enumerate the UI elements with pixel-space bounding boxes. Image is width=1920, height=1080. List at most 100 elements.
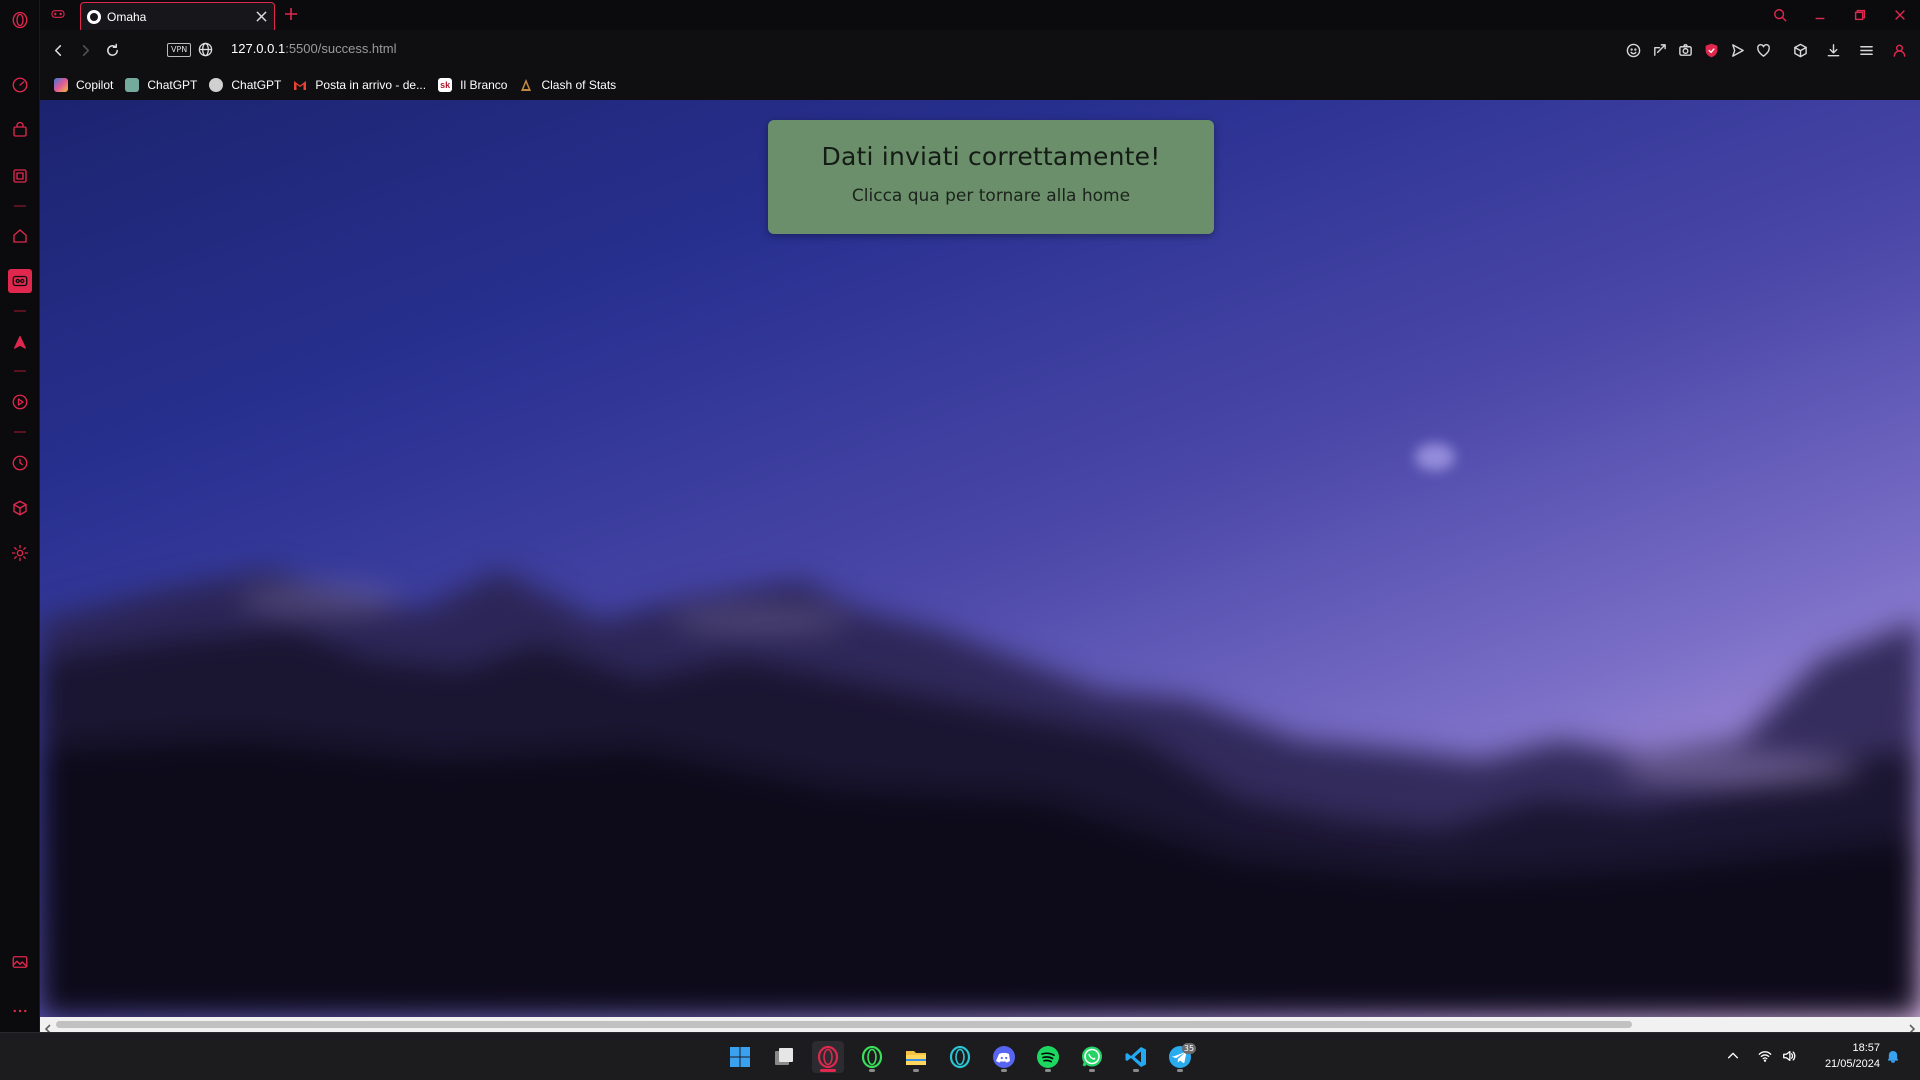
vscode-icon[interactable] xyxy=(1120,1041,1152,1073)
restore-icon[interactable] xyxy=(1849,4,1871,26)
scroll-right-arrow-icon[interactable] xyxy=(1907,1019,1917,1034)
running-indicator xyxy=(1133,1069,1139,1072)
tab-strip: Omaha xyxy=(40,0,1920,30)
back-home-link[interactable]: Clicca qua per tornare alla home xyxy=(852,186,1130,206)
taskbar-clock[interactable]: 18:57 21/05/2024 xyxy=(1808,1040,1880,1072)
new-tab-plus-icon[interactable] xyxy=(282,5,300,23)
download-icon[interactable] xyxy=(1824,41,1842,59)
pinned-app-icon[interactable] xyxy=(8,330,32,354)
scroll-left-arrow-icon[interactable] xyxy=(43,1019,53,1034)
opera-logo-icon[interactable] xyxy=(8,8,32,32)
telegram-icon[interactable]: 35 xyxy=(1164,1041,1196,1073)
gamepad-icon[interactable] xyxy=(50,6,68,24)
search-tabs-icon[interactable] xyxy=(1769,4,1791,26)
wallpaper-icon[interactable] xyxy=(8,950,32,974)
camera-snapshot-icon[interactable] xyxy=(1676,41,1694,59)
opera-sidebar xyxy=(0,0,40,1032)
opera-gx-taskbar-icon[interactable] xyxy=(812,1041,844,1073)
scrollbar-thumb[interactable] xyxy=(56,1021,1632,1028)
bookmark-chatgpt[interactable]: ChatGPT xyxy=(125,74,197,96)
profile-icon[interactable] xyxy=(1890,41,1908,59)
volume-icon[interactable] xyxy=(1780,1047,1798,1065)
bookmark-copilot[interactable]: Copilot xyxy=(54,74,113,96)
page-title: Dati inviati correttamente! xyxy=(821,142,1161,171)
close-window-icon[interactable] xyxy=(1889,4,1911,26)
sidebar-divider xyxy=(14,205,26,207)
bookmark-label: Clash of Stats xyxy=(541,78,617,92)
bookmark-chatgpt-2[interactable]: ChatGPT xyxy=(209,74,281,96)
shopping-bag-icon[interactable] xyxy=(8,118,32,142)
address-bar: VPN 127.0.0.1:5500/success.html xyxy=(40,30,1920,70)
file-explorer-icon[interactable] xyxy=(900,1041,932,1073)
home-icon[interactable] xyxy=(8,224,32,248)
easy-setup-menu-icon[interactable] xyxy=(1857,41,1875,59)
sidebar-divider xyxy=(14,370,26,372)
bookmark-label: Copilot xyxy=(76,78,114,92)
close-tab-icon[interactable] xyxy=(252,8,270,26)
minimize-icon[interactable] xyxy=(1809,4,1831,26)
sidebar-divider xyxy=(14,431,26,433)
gmail-icon xyxy=(293,78,307,92)
url-field[interactable]: 127.0.0.1:5500/success.html xyxy=(231,41,397,56)
back-arrow-icon[interactable] xyxy=(48,40,68,60)
sidebar-divider xyxy=(14,310,26,312)
chatgpt-icon xyxy=(209,78,224,92)
tab-omaha[interactable]: Omaha xyxy=(80,2,275,30)
windows-start-icon[interactable] xyxy=(724,1041,756,1073)
chevron-up-icon[interactable] xyxy=(1724,1047,1742,1065)
bookmarks-bar: Copilot ChatGPT ChatGPT Posta in arrivo … xyxy=(40,70,1920,100)
opera-gx-green-icon[interactable] xyxy=(856,1041,888,1073)
opera-air-icon[interactable] xyxy=(944,1041,976,1073)
bookmark-gmail[interactable]: Posta in arrivo - de... xyxy=(293,74,426,96)
settings-gear-icon[interactable] xyxy=(8,541,32,565)
running-indicator xyxy=(869,1069,875,1072)
active-indicator xyxy=(820,1069,836,1072)
twitch-gaming-icon[interactable] xyxy=(8,269,32,293)
whatsapp-icon[interactable] xyxy=(1076,1041,1108,1073)
player-icon[interactable] xyxy=(8,390,32,414)
wifi-icon[interactable] xyxy=(1756,1047,1774,1065)
vpn-badge[interactable]: VPN xyxy=(167,43,192,57)
bookmark-il-branco[interactable]: sk Il Branco xyxy=(438,74,507,96)
forward-arrow-icon[interactable] xyxy=(75,40,95,60)
extensions-cube-icon[interactable] xyxy=(1791,41,1809,59)
send-flow-icon[interactable] xyxy=(1728,41,1746,59)
chatgpt-icon xyxy=(125,78,140,92)
sk-icon: sk xyxy=(438,78,453,92)
blurred-mountain-background xyxy=(40,100,1920,1017)
gx-control-icon[interactable] xyxy=(8,164,32,188)
copilot-icon xyxy=(54,78,68,92)
emoji-icon[interactable] xyxy=(1624,41,1642,59)
ad-blocker-shield-icon[interactable] xyxy=(1702,41,1720,59)
bookmark-label: ChatGPT xyxy=(147,78,198,92)
notification-bell-icon[interactable] xyxy=(1884,1047,1902,1065)
speed-dial-icon[interactable] xyxy=(8,73,32,97)
clash-icon xyxy=(519,78,533,92)
bookmark-label: Posta in arrivo - de... xyxy=(315,78,427,92)
running-indicator xyxy=(1177,1069,1183,1072)
url-path: :5500/success.html xyxy=(285,41,397,56)
bookmark-heart-icon[interactable] xyxy=(1754,41,1772,59)
task-view-icon[interactable] xyxy=(768,1041,800,1073)
spotify-icon[interactable] xyxy=(1032,1041,1064,1073)
reload-icon[interactable] xyxy=(102,40,122,60)
horizontal-scrollbar[interactable] xyxy=(40,1017,1920,1034)
running-indicator xyxy=(1001,1069,1007,1072)
clock-date: 21/05/2024 xyxy=(1824,1058,1880,1070)
running-indicator xyxy=(1089,1069,1095,1072)
url-host: 127.0.0.1 xyxy=(231,41,286,56)
discord-icon[interactable] xyxy=(988,1041,1020,1073)
bookmark-clash-of-stats[interactable]: Clash of Stats xyxy=(519,74,616,96)
running-indicator xyxy=(913,1069,919,1072)
history-icon[interactable] xyxy=(8,451,32,475)
extensions-cube-icon[interactable] xyxy=(8,496,32,520)
page-viewport: Dati inviati correttamente! Clicca qua p… xyxy=(40,100,1920,1017)
clock-time: 18:57 xyxy=(1852,1042,1880,1054)
edit-share-icon[interactable] xyxy=(1650,41,1668,59)
site-info-globe-icon[interactable] xyxy=(198,42,214,58)
bookmark-label: Il Branco xyxy=(460,78,508,92)
telegram-unread-badge: 35 xyxy=(1182,1043,1196,1054)
more-dots-icon[interactable] xyxy=(8,999,32,1023)
tab-title: Omaha xyxy=(107,9,147,24)
globe-favicon-icon xyxy=(87,9,101,24)
